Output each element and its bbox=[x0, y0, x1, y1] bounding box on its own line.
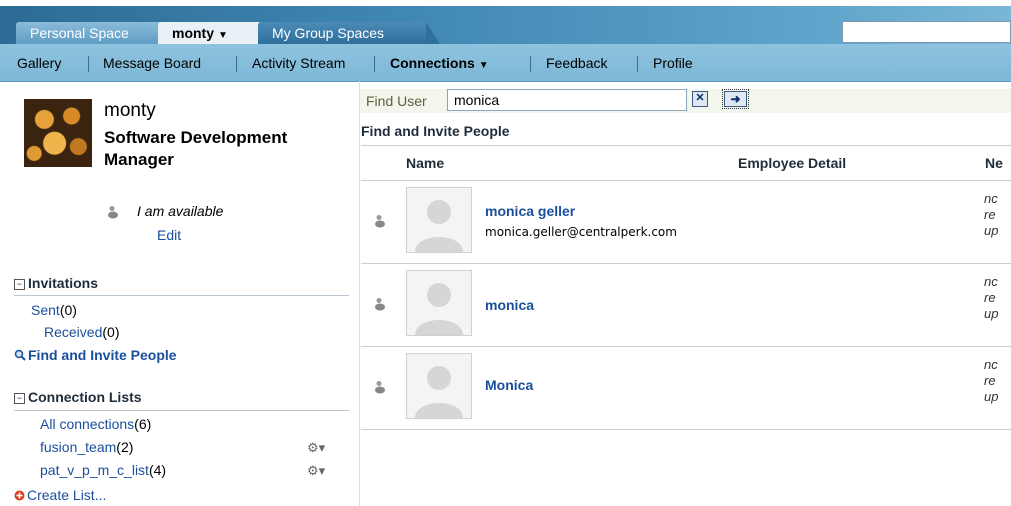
note-cell: nc re up bbox=[984, 357, 998, 405]
list-count: (2) bbox=[116, 439, 134, 455]
section-divider bbox=[14, 410, 349, 411]
gear-icon[interactable]: ⚙▾ bbox=[307, 463, 325, 479]
invitations-sent-link[interactable]: Sent(0) bbox=[31, 302, 77, 318]
tab-monty[interactable]: monty ▼ bbox=[158, 22, 270, 44]
person-name-link[interactable]: Monica bbox=[485, 377, 533, 393]
nav-profile[interactable]: Profile bbox=[653, 55, 693, 71]
connection-list-fusion-team[interactable]: fusion_team(2) bbox=[40, 439, 133, 455]
all-connections-label: All connections bbox=[40, 416, 135, 432]
person-name-link[interactable]: monica geller bbox=[485, 203, 575, 219]
column-header-name[interactable]: Name bbox=[406, 155, 444, 171]
sent-count: (0) bbox=[59, 302, 77, 318]
person-silhouette-icon bbox=[415, 366, 463, 418]
note-line: re bbox=[984, 373, 996, 388]
connection-lists-heading[interactable]: − Connection Lists bbox=[14, 389, 142, 405]
person-email: monica.geller@centralperk.com bbox=[485, 225, 677, 239]
person-photo[interactable] bbox=[406, 270, 472, 336]
find-and-invite-label: Find and Invite People bbox=[28, 347, 177, 363]
connection-lists-heading-label: Connection Lists bbox=[28, 389, 142, 405]
edit-status-link[interactable]: Edit bbox=[157, 227, 181, 243]
note-line: up bbox=[984, 306, 999, 321]
table-row: monica nc re up bbox=[361, 264, 1011, 347]
presence-available-icon bbox=[375, 298, 385, 311]
note-line: re bbox=[984, 207, 996, 222]
results-divider bbox=[361, 145, 1011, 146]
go-arrow-icon: ➜ bbox=[724, 91, 747, 107]
nav-activity-stream[interactable]: Activity Stream bbox=[252, 55, 345, 71]
person-silhouette-icon bbox=[415, 283, 463, 335]
person-photo[interactable] bbox=[406, 187, 472, 253]
find-user-label: Find User bbox=[366, 93, 427, 109]
note-line: up bbox=[984, 223, 999, 238]
note-line: nc bbox=[984, 274, 998, 289]
person-photo[interactable] bbox=[406, 353, 472, 419]
chevron-down-icon[interactable]: ▼ bbox=[479, 60, 489, 71]
profile-title: Software Development Manager bbox=[104, 128, 288, 169]
list-label: fusion_team bbox=[40, 439, 117, 455]
nav-divider bbox=[236, 56, 237, 72]
invitations-heading-label: Invitations bbox=[28, 275, 99, 291]
gear-icon[interactable]: ⚙▾ bbox=[307, 440, 325, 456]
note-cell: nc re up bbox=[984, 191, 998, 239]
received-count: (0) bbox=[102, 324, 120, 340]
invitations-received-link[interactable]: Received(0) bbox=[44, 324, 120, 340]
person-silhouette-icon bbox=[415, 200, 463, 252]
received-label: Received bbox=[44, 324, 103, 340]
nav-gallery[interactable]: Gallery bbox=[17, 55, 61, 71]
presence-available-icon bbox=[375, 215, 385, 228]
table-row: Monica nc re up bbox=[361, 347, 1011, 430]
nav-divider bbox=[374, 56, 375, 72]
go-button[interactable]: ➜ bbox=[722, 89, 749, 109]
connection-list-pat-v-p-m-c[interactable]: pat_v_p_m_c_list(4) bbox=[40, 462, 166, 478]
column-header-employee-detail[interactable]: Employee Detail bbox=[738, 155, 846, 171]
tab-personal-space[interactable]: Personal Space bbox=[16, 22, 174, 44]
sent-label: Sent bbox=[31, 302, 60, 318]
nav-divider bbox=[530, 56, 531, 72]
status-text[interactable]: I am available bbox=[137, 203, 223, 219]
nav-divider bbox=[88, 56, 89, 72]
all-connections-count: (6) bbox=[134, 416, 152, 432]
nav-connections[interactable]: Connections ▼ bbox=[390, 55, 489, 71]
create-list-icon bbox=[14, 490, 25, 501]
create-list-link[interactable]: Create List... bbox=[14, 487, 106, 503]
presence-available-icon bbox=[375, 381, 385, 394]
find-user-input[interactable] bbox=[447, 89, 687, 111]
nav-feedback[interactable]: Feedback bbox=[546, 55, 607, 71]
magnifier-icon bbox=[14, 349, 26, 361]
note-cell: nc re up bbox=[984, 274, 998, 322]
find-and-invite-link[interactable]: Find and Invite People bbox=[14, 347, 177, 363]
person-name-link[interactable]: monica bbox=[485, 297, 534, 313]
global-search-input[interactable] bbox=[842, 21, 1011, 43]
list-count: (4) bbox=[148, 462, 167, 478]
collapse-icon[interactable]: − bbox=[14, 279, 25, 290]
profile-name: monty bbox=[104, 100, 156, 121]
tab-my-group-spaces[interactable]: My Group Spaces bbox=[258, 22, 440, 44]
nav-divider bbox=[637, 56, 638, 72]
nav-message-board[interactable]: Message Board bbox=[103, 55, 201, 71]
column-header-note[interactable]: Ne bbox=[985, 155, 1003, 171]
chevron-down-icon[interactable]: ▼ bbox=[218, 30, 228, 41]
avatar bbox=[24, 99, 92, 167]
all-connections-link[interactable]: All connections(6) bbox=[40, 416, 151, 432]
top-tab-strip: Personal Space monty ▼ My Group Spaces bbox=[0, 0, 1011, 44]
nav-bar: Gallery Message Board Activity Stream Co… bbox=[0, 44, 1011, 82]
clear-icon[interactable]: ✕ bbox=[692, 91, 708, 107]
presence-available-icon bbox=[108, 206, 118, 219]
collapse-icon[interactable]: − bbox=[14, 393, 25, 404]
section-divider bbox=[14, 295, 349, 296]
nav-connections-label: Connections bbox=[390, 55, 475, 71]
results-title: Find and Invite People bbox=[361, 123, 510, 139]
create-list-label: Create List... bbox=[27, 487, 107, 503]
invitations-heading[interactable]: − Invitations bbox=[14, 275, 98, 291]
table-row: monica geller monica.geller@centralperk.… bbox=[361, 181, 1011, 264]
note-line: nc bbox=[984, 357, 998, 372]
list-label: pat_v_p_m_c_list bbox=[40, 462, 149, 478]
note-line: nc bbox=[984, 191, 998, 206]
note-line: up bbox=[984, 389, 999, 404]
note-line: re bbox=[984, 290, 996, 305]
tab-monty-label: monty bbox=[172, 25, 214, 41]
column-divider bbox=[359, 81, 360, 506]
